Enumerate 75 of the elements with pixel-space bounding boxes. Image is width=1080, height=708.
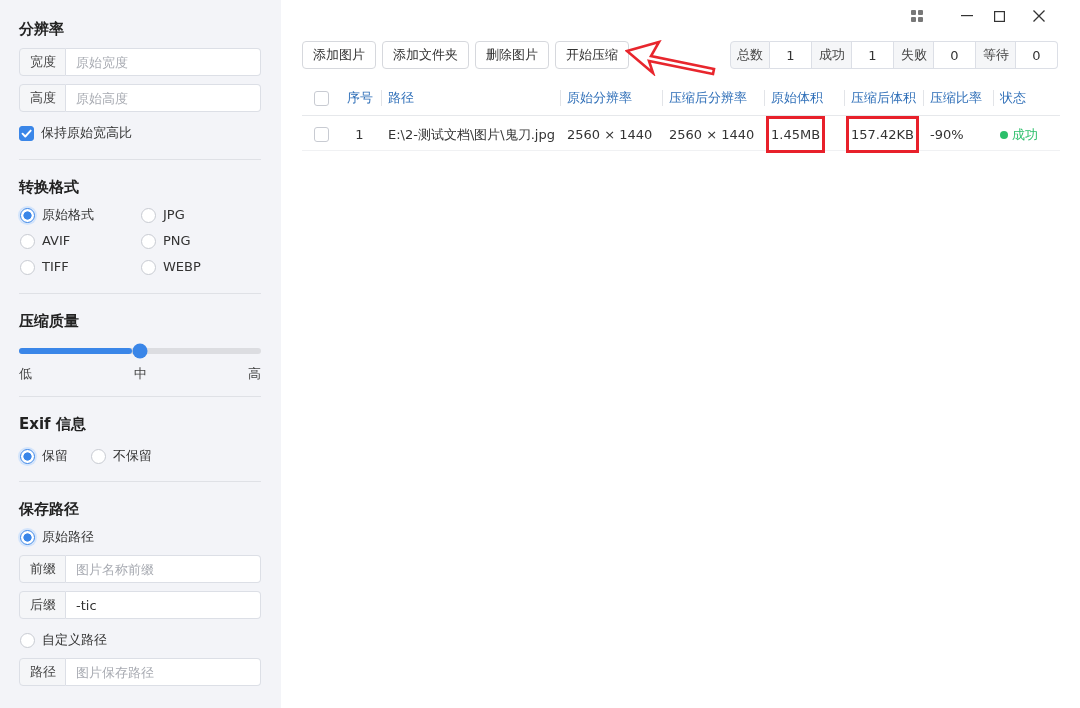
- radio-button[interactable]: [20, 233, 35, 249]
- table-cell: 2560 × 1440: [669, 127, 755, 142]
- input-field[interactable]: 图片名称前缀: [66, 555, 261, 583]
- radio-label: 原始路径: [42, 528, 94, 546]
- stat-label: 总数: [730, 41, 770, 69]
- section-title: 转换格式: [19, 177, 80, 197]
- section-title: 保存路径: [19, 499, 80, 519]
- input-field[interactable]: -tic: [66, 591, 261, 619]
- field-label: 后缀: [19, 591, 66, 619]
- stat-value: 1: [770, 41, 812, 69]
- slider-mark-label: 低: [19, 365, 32, 383]
- checkbox[interactable]: [314, 90, 329, 106]
- input-field[interactable]: 原始宽度: [66, 48, 261, 76]
- slider-mark-label: 高: [248, 365, 261, 383]
- table-cell: 2560 × 1440: [567, 127, 653, 142]
- column-header: 压缩后分辨率: [669, 89, 747, 107]
- column-header: 状态: [1000, 89, 1026, 107]
- radio-label: WEBP: [163, 258, 201, 276]
- table-cell: 1: [355, 127, 364, 142]
- toolbar-button[interactable]: 删除图片: [475, 41, 549, 69]
- radio-label: AVIF: [42, 232, 71, 250]
- radio-button[interactable]: [20, 632, 35, 648]
- column-header: 压缩后体积: [851, 89, 916, 107]
- column-header: 原始分辨率: [567, 89, 632, 107]
- slider-thumb[interactable]: [132, 343, 148, 359]
- radio-button[interactable]: [141, 233, 156, 249]
- radio-button[interactable]: [20, 529, 35, 545]
- checkbox[interactable]: [19, 125, 34, 141]
- section-title: 压缩质量: [19, 311, 80, 331]
- toolbar-button[interactable]: 开始压缩: [555, 41, 629, 69]
- stat-label: 成功: [812, 41, 852, 69]
- stat-label: 等待: [976, 41, 1016, 69]
- radio-button[interactable]: [20, 207, 35, 223]
- toolbar-button[interactable]: 添加图片: [302, 41, 376, 69]
- stat-label: 失败: [894, 41, 934, 69]
- input-field[interactable]: 图片保存路径: [66, 658, 261, 686]
- toolbar-button[interactable]: 添加文件夹: [382, 41, 469, 69]
- close-icon[interactable]: [1033, 10, 1045, 22]
- field-label: 高度: [19, 84, 66, 112]
- minimize-icon[interactable]: [961, 15, 973, 17]
- maximize-icon[interactable]: [994, 10, 1005, 22]
- table-cell: 157.42KB: [846, 116, 919, 153]
- grid-icon[interactable]: [911, 10, 923, 22]
- column-header: 路径: [388, 89, 414, 107]
- table-cell: E:\2-测试文档\图片\鬼刀.jpg: [388, 125, 555, 144]
- radio-button[interactable]: [91, 448, 106, 464]
- checkbox-label: 保持原始宽高比: [41, 124, 132, 142]
- radio-label: 保留: [42, 447, 68, 465]
- input-field[interactable]: 原始高度: [66, 84, 261, 112]
- section-title: 分辨率: [19, 19, 65, 39]
- radio-button[interactable]: [20, 259, 35, 275]
- radio-label: 自定义路径: [42, 631, 107, 649]
- radio-button[interactable]: [20, 448, 35, 464]
- status-text: 成功: [1012, 125, 1038, 144]
- stat-value: 1: [852, 41, 894, 69]
- slider-mark-label: 中: [133, 365, 147, 383]
- stat-value: 0: [934, 41, 976, 69]
- radio-button[interactable]: [141, 259, 156, 275]
- radio-label: 不保留: [113, 447, 152, 465]
- radio-label: TIFF: [42, 258, 69, 276]
- table-cell: -90%: [930, 127, 964, 142]
- section-title: Exif 信息: [19, 414, 87, 434]
- stat-value: 0: [1016, 41, 1058, 69]
- field-label: 路径: [19, 658, 66, 686]
- field-label: 宽度: [19, 48, 66, 76]
- column-header: 序号: [346, 89, 373, 107]
- radio-label: 原始格式: [42, 206, 94, 224]
- checkbox[interactable]: [314, 127, 329, 142]
- column-header: 压缩比率: [930, 89, 982, 107]
- radio-label: PNG: [163, 232, 191, 250]
- table-cell: 1.45MB: [766, 116, 826, 153]
- radio-label: JPG: [163, 206, 185, 224]
- radio-button[interactable]: [141, 207, 156, 223]
- field-label: 前缀: [19, 555, 66, 583]
- column-header: 原始体积: [771, 89, 823, 107]
